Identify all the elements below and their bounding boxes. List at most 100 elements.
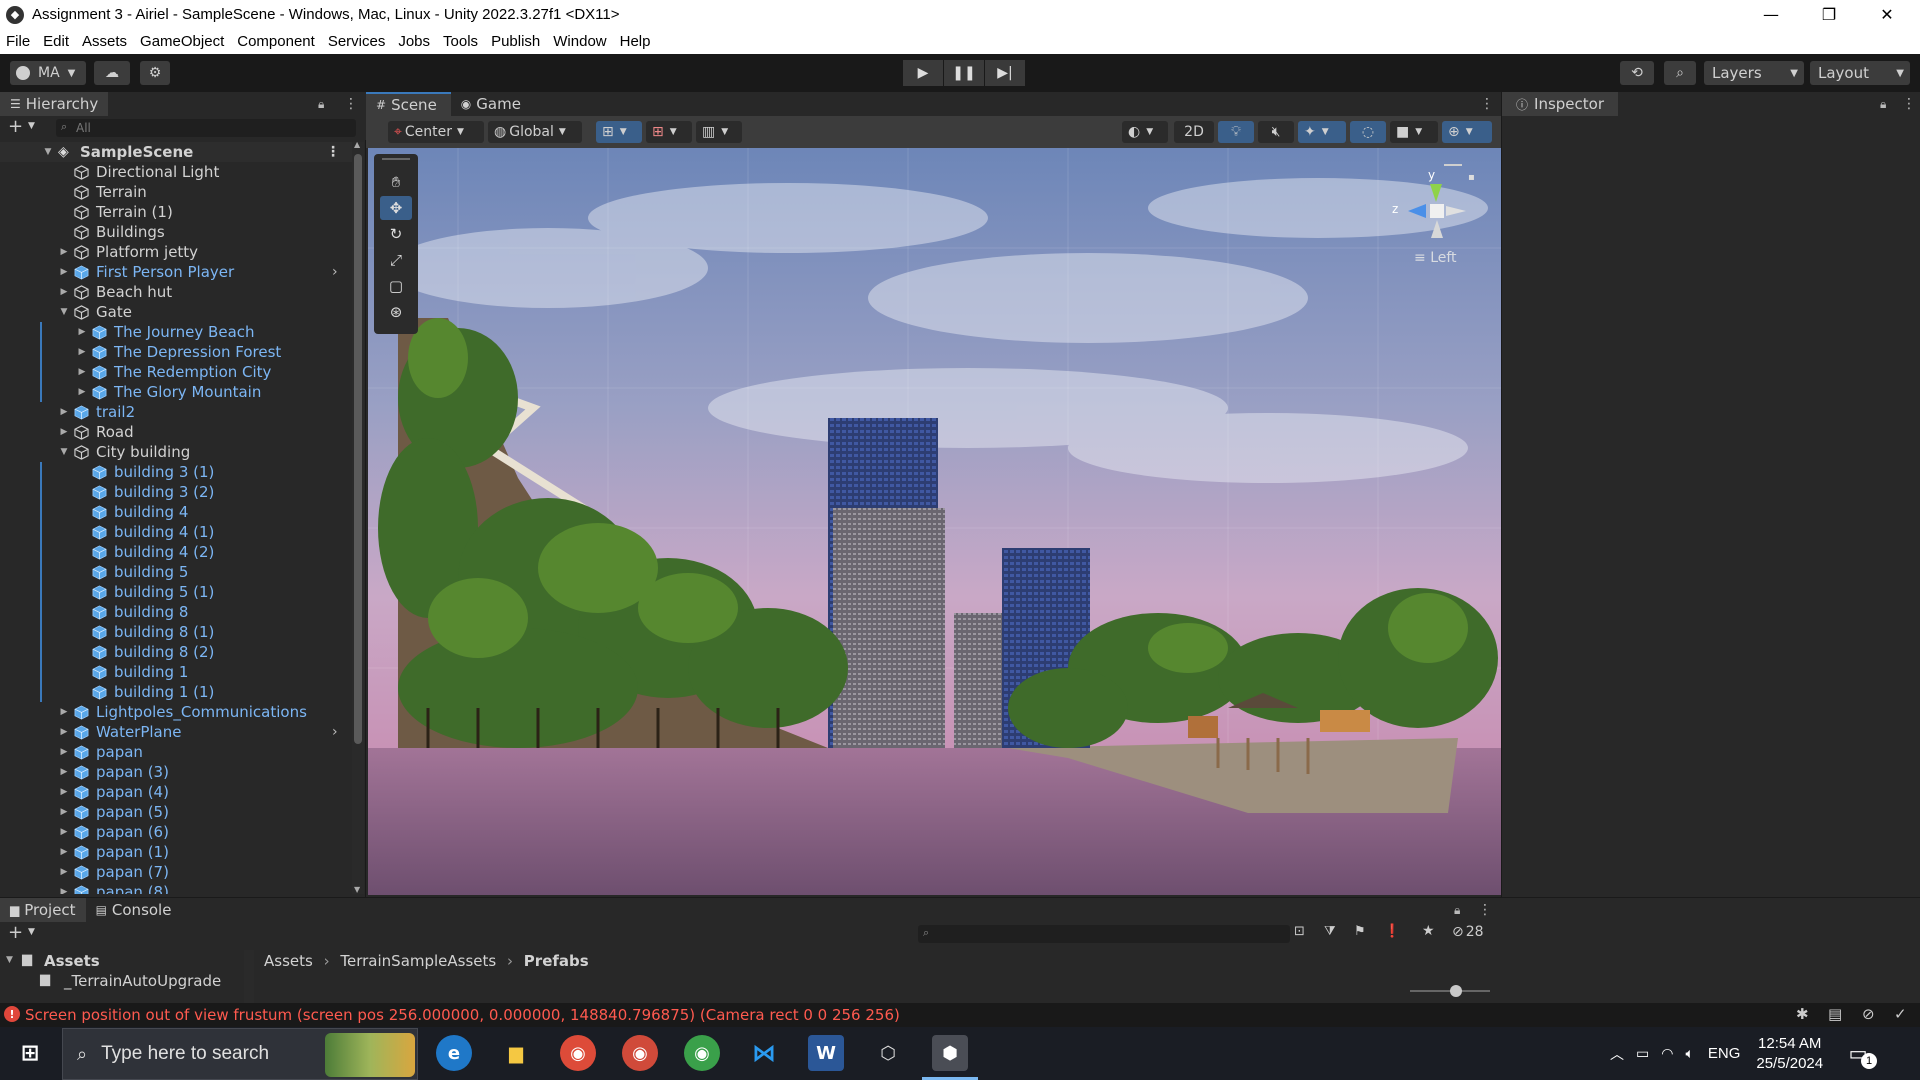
tree-item-terrain-auto-upgrade[interactable]: _TerrainAutoUpgrade	[64, 972, 221, 990]
hierarchy-item[interactable]: ▼ City building	[0, 442, 352, 462]
hierarchy-item[interactable]: ▶ papan (6)	[0, 822, 352, 842]
rect-tool[interactable]: ▢	[380, 274, 412, 298]
chevron-down-icon[interactable]: ▼	[42, 147, 54, 157]
hierarchy-item[interactable]: building 8 (1)	[0, 622, 352, 642]
chevron-right-icon[interactable]: ▶	[58, 807, 70, 817]
chevron-down-icon[interactable]: ▼	[28, 927, 35, 937]
breadcrumb-item[interactable]: Assets	[264, 952, 313, 970]
hierarchy-item[interactable]: ▶ papan (7)	[0, 862, 352, 882]
hierarchy-item[interactable]: building 1 (1)	[0, 682, 352, 702]
menu-services[interactable]: Services	[328, 33, 386, 50]
grid-snap-toggle[interactable]: ⊞ ▼	[596, 121, 642, 143]
chevron-right-icon[interactable]: ▶	[58, 267, 70, 277]
undo-history-button[interactable]: ⟲	[1620, 61, 1654, 85]
language-indicator[interactable]: ENG	[1708, 1045, 1741, 1062]
tab-hierarchy[interactable]: ☰ Hierarchy	[0, 92, 109, 116]
chrome-profile-taskbar-icon[interactable]: ◉	[622, 1035, 658, 1071]
file-explorer-taskbar-icon[interactable]: ▆	[498, 1035, 534, 1071]
zoom-slider-thumb[interactable]	[1450, 985, 1462, 997]
more-options-icon[interactable]: ⋮	[344, 96, 358, 112]
menu-assets[interactable]: Assets	[82, 33, 127, 50]
chevron-right-icon[interactable]: ▶	[58, 787, 70, 797]
drag-handle[interactable]	[382, 158, 410, 160]
step-button[interactable]: ▶|	[985, 60, 1025, 86]
hierarchy-item[interactable]: ▶ WaterPlane ›	[0, 722, 352, 742]
check-icon[interactable]: ✓	[1894, 1005, 1907, 1023]
tab-scene[interactable]: # Scene	[366, 92, 451, 116]
chevron-right-icon[interactable]: ▶	[58, 727, 70, 737]
zoom-slider[interactable]	[1410, 985, 1490, 997]
effects-dropdown[interactable]: ✦ ▼	[1298, 121, 1346, 143]
debug-icon[interactable]: ✱	[1796, 1005, 1809, 1023]
chevron-right-icon[interactable]: ▶	[58, 247, 70, 257]
gizmo-handle[interactable]	[1444, 164, 1462, 166]
chrome-taskbar-icon[interactable]: ◉	[560, 1035, 596, 1071]
hierarchy-item[interactable]: Terrain	[0, 182, 352, 202]
hierarchy-item[interactable]: building 5 (1)	[0, 582, 352, 602]
notification-button[interactable]: ▭ 1	[1843, 1039, 1878, 1069]
project-search-input[interactable]: ⌕	[918, 925, 1290, 943]
hidden-objects-toggle[interactable]: ◌	[1350, 121, 1386, 143]
cloud-button[interactable]: ☁	[94, 61, 130, 85]
more-options-icon[interactable]: ⋮	[326, 144, 340, 160]
chevron-right-icon[interactable]: ▶	[58, 767, 70, 777]
hand-tool[interactable]: ✋︎	[380, 170, 412, 194]
chevron-up-icon[interactable]: ︿	[1610, 1044, 1624, 1064]
hierarchy-item[interactable]: ▶ Road	[0, 422, 352, 442]
search-by-type-icon[interactable]: ⊡	[1294, 924, 1305, 939]
hierarchy-item[interactable]: building 4 (1)	[0, 522, 352, 542]
hierarchy-item[interactable]: building 1	[0, 662, 352, 682]
camera-dropdown[interactable]: ■ ▼	[1390, 121, 1438, 143]
hierarchy-item[interactable]: Directional Light	[0, 162, 352, 182]
warning-icon[interactable]: ❗	[1384, 924, 1400, 939]
hierarchy-item[interactable]: ▶ trail2	[0, 402, 352, 422]
chevron-right-icon[interactable]: ▶	[58, 887, 70, 894]
lock-icon[interactable]: 🔒︎	[318, 97, 324, 112]
move-tool[interactable]: ✥	[380, 196, 412, 220]
hierarchy-item[interactable]: building 8 (2)	[0, 642, 352, 662]
gizmo-x-axis[interactable]	[1446, 206, 1466, 216]
favorite-icon[interactable]: ★	[1422, 923, 1435, 939]
menu-edit[interactable]: Edit	[43, 33, 69, 50]
lock-icon[interactable]: 🔒︎	[1880, 97, 1886, 112]
hierarchy-item[interactable]: ▶ First Person Player ›	[0, 262, 352, 282]
menu-file[interactable]: File	[6, 33, 30, 50]
hierarchy-item[interactable]: ▶ papan (5)	[0, 802, 352, 822]
filter-icon[interactable]: ⧩	[1324, 924, 1336, 939]
wifi-icon[interactable]: ◠	[1661, 1045, 1673, 1062]
orientation-gizmo[interactable]: ▪ y z ≡ Left	[1368, 158, 1488, 268]
breadcrumb-item-current[interactable]: Prefabs	[524, 952, 589, 970]
chevron-right-icon[interactable]: ▶	[58, 747, 70, 757]
scene-row[interactable]: ▼ ◈ SampleScene ⋮	[0, 142, 352, 162]
hierarchy-item[interactable]: Terrain (1)	[0, 202, 352, 222]
scale-tool[interactable]: ⤢	[380, 248, 412, 272]
battery-icon[interactable]: ▭	[1636, 1045, 1649, 1062]
gizmo-z-axis[interactable]	[1408, 204, 1426, 218]
gizmo-lock-icon[interactable]: ▪	[1468, 172, 1475, 183]
more-options-icon[interactable]: ⋮	[1902, 96, 1916, 112]
hierarchy-search-input[interactable]: ⌕ All	[56, 119, 356, 137]
add-icon[interactable]: +	[8, 922, 23, 943]
menu-jobs[interactable]: Jobs	[398, 33, 430, 50]
hierarchy-item[interactable]: ▶ The Depression Forest	[0, 342, 352, 362]
ruler-toggle[interactable]: ▥ ▼	[696, 121, 742, 143]
increment-snap-toggle[interactable]: ⊞ ▼	[646, 121, 692, 143]
hierarchy-scrollbar[interactable]: ▲ ▼	[352, 140, 364, 894]
hierarchy-item[interactable]: Buildings	[0, 222, 352, 242]
hierarchy-item[interactable]: ▶ papan (4)	[0, 782, 352, 802]
rotate-tool[interactable]: ↻	[380, 222, 412, 246]
tab-project[interactable]: ▆ Project	[0, 898, 86, 922]
maximize-button[interactable]: ❐	[1800, 0, 1858, 29]
chevron-right-icon[interactable]: ▶	[58, 707, 70, 717]
tab-game[interactable]: ◉ Game	[451, 92, 531, 116]
menu-publish[interactable]: Publish	[491, 33, 540, 50]
hierarchy-item[interactable]: ▶ Lightpoles_Communications	[0, 702, 352, 722]
hierarchy-item[interactable]: building 4 (2)	[0, 542, 352, 562]
hierarchy-item[interactable]: ▶ The Journey Beach	[0, 322, 352, 342]
hierarchy-item[interactable]: ▶ Platform jetty	[0, 242, 352, 262]
gizmo-y-axis[interactable]	[1430, 184, 1442, 202]
chevron-right-icon[interactable]: ▶	[76, 387, 88, 397]
hierarchy-item[interactable]: building 3 (2)	[0, 482, 352, 502]
hidden-packages-toggle[interactable]: ⊘ 28	[1452, 924, 1484, 940]
hierarchy-item[interactable]: ▶ papan (1)	[0, 842, 352, 862]
